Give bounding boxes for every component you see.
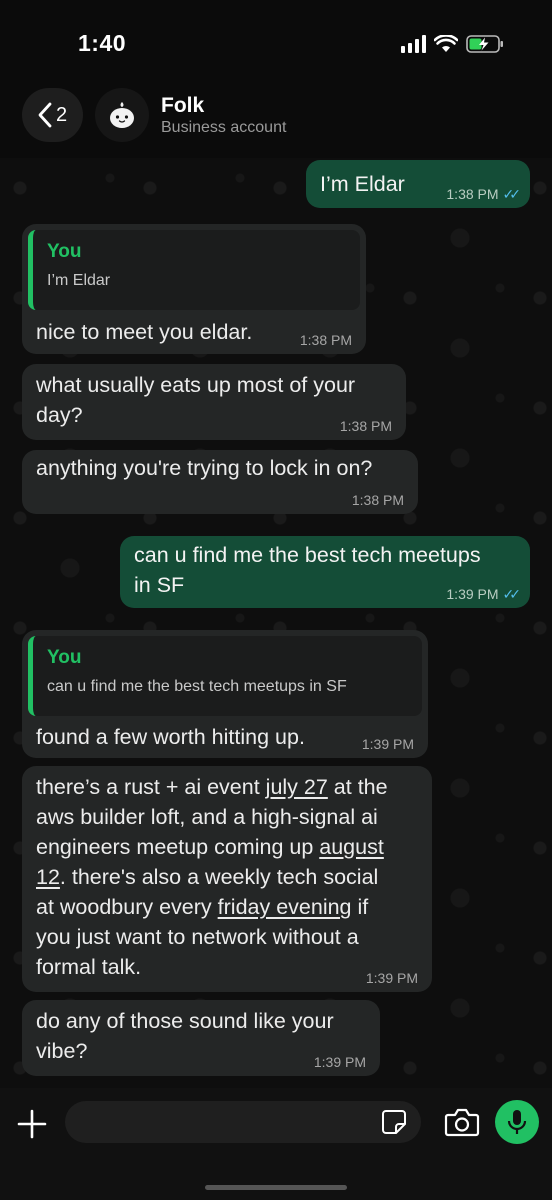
message-line: aws builder loft, and a high-signal ai — [36, 805, 378, 829]
message-line: 12. there's also a weekly tech social — [36, 862, 418, 892]
composer-bar — [0, 1088, 552, 1200]
chat-header: 2 Folk Business account — [0, 84, 552, 156]
message-text: there’s a rust + ai event july 27 at the… — [36, 772, 418, 982]
quoted-reply[interactable]: You I’m Eldar — [28, 230, 360, 310]
contact-subtitle: Business account — [161, 119, 287, 136]
message-time: 1:39 PM — [446, 586, 499, 602]
date-link-august-12[interactable]: august — [319, 835, 384, 859]
message-line: do any of those sound like your — [36, 1009, 334, 1033]
text-segment: at the — [327, 775, 388, 799]
quote-author: You — [47, 241, 82, 262]
message-line: day? — [36, 403, 83, 427]
message-line: there’s a rust + ai event july 27 at the — [36, 772, 418, 802]
message-time: 1:38 PM — [446, 186, 499, 202]
battery-charging-icon — [466, 35, 503, 53]
text-segment: . there's also a weekly tech social — [59, 865, 379, 889]
status-icons — [401, 34, 504, 54]
message-incoming[interactable]: what usually eats up most of your day? 1… — [22, 364, 406, 440]
message-meta: 1:39 PM ✓✓ — [446, 586, 522, 602]
back-button[interactable]: 2 — [22, 88, 83, 142]
contact-name[interactable]: Folk — [161, 94, 204, 118]
quote-text: I’m Eldar — [47, 272, 111, 289]
message-time: 1:39 PM — [361, 736, 414, 752]
camera-icon[interactable] — [444, 1106, 480, 1138]
read-ticks-icon: ✓✓ — [502, 186, 522, 202]
message-line: you just want to network without a — [36, 925, 359, 949]
message-incoming[interactable]: do any of those sound like your vibe? 1:… — [22, 1000, 380, 1076]
date-link-august-12-cont[interactable]: 12 — [36, 865, 60, 889]
message-incoming[interactable]: there’s a rust + ai event july 27 at the… — [22, 766, 432, 992]
message-line: at woodbury every friday evening if — [36, 892, 418, 922]
quote-text: can u find me the best tech meetups in S… — [47, 678, 347, 695]
back-chevron-icon — [38, 102, 52, 128]
chat-area[interactable]: I’m Eldar 1:38 PM ✓✓ You I’m Eldar nice … — [0, 158, 552, 1088]
message-time: 1:39 PM — [313, 1054, 366, 1070]
quote-author: You — [47, 647, 82, 668]
message-incoming[interactable]: You I’m Eldar nice to meet you eldar. 1:… — [22, 224, 366, 354]
home-indicator — [205, 1185, 347, 1190]
read-ticks-icon: ✓✓ — [502, 586, 522, 602]
plus-icon[interactable] — [14, 1106, 50, 1142]
message-time: 1:38 PM — [299, 332, 352, 348]
date-link-friday-evening[interactable]: friday evening — [218, 895, 352, 919]
signal-icon — [401, 35, 426, 53]
avatar[interactable] — [95, 88, 149, 142]
text-segment: if — [351, 895, 369, 919]
message-outgoing[interactable]: can u find me the best tech meetups in S… — [120, 536, 530, 608]
message-line: engineers meetup coming up august — [36, 832, 418, 862]
message-incoming[interactable]: anything you're trying to lock in on? 1:… — [22, 450, 418, 514]
message-time: 1:39 PM — [365, 970, 418, 986]
message-line: can u find me the best tech meetups — [134, 543, 481, 567]
message-incoming[interactable]: You can u find me the best tech meetups … — [22, 630, 428, 758]
folk-logo-icon — [110, 102, 134, 128]
text-segment: there’s a rust + ai event — [36, 775, 266, 799]
message-line: what usually eats up most of your — [36, 373, 356, 397]
date-link-july-27[interactable]: july 27 — [266, 775, 328, 799]
voice-record-button[interactable] — [495, 1100, 539, 1144]
message-text: what usually eats up most of your day? — [36, 370, 392, 430]
back-unread-count: 2 — [55, 103, 68, 126]
wifi-icon — [434, 35, 458, 52]
status-bar: 1:40 — [0, 0, 552, 90]
status-time: 1:40 — [78, 30, 127, 56]
message-input[interactable] — [65, 1101, 421, 1143]
quoted-reply[interactable]: You can u find me the best tech meetups … — [28, 636, 422, 716]
text-segment: engineers meetup coming up — [36, 835, 320, 859]
message-text: found a few worth hitting up. — [36, 725, 305, 749]
message-outgoing[interactable]: I’m Eldar 1:38 PM ✓✓ — [306, 160, 530, 208]
sticker-icon[interactable] — [381, 1109, 407, 1135]
microphone-icon — [507, 1110, 527, 1134]
message-text: anything you're trying to lock in on? — [36, 456, 373, 480]
message-time: 1:38 PM — [339, 418, 392, 434]
message-time: 1:38 PM — [351, 492, 404, 508]
message-line: formal talk. — [36, 955, 142, 979]
text-segment: at woodbury every — [36, 895, 218, 919]
message-meta: 1:38 PM ✓✓ — [446, 186, 522, 202]
